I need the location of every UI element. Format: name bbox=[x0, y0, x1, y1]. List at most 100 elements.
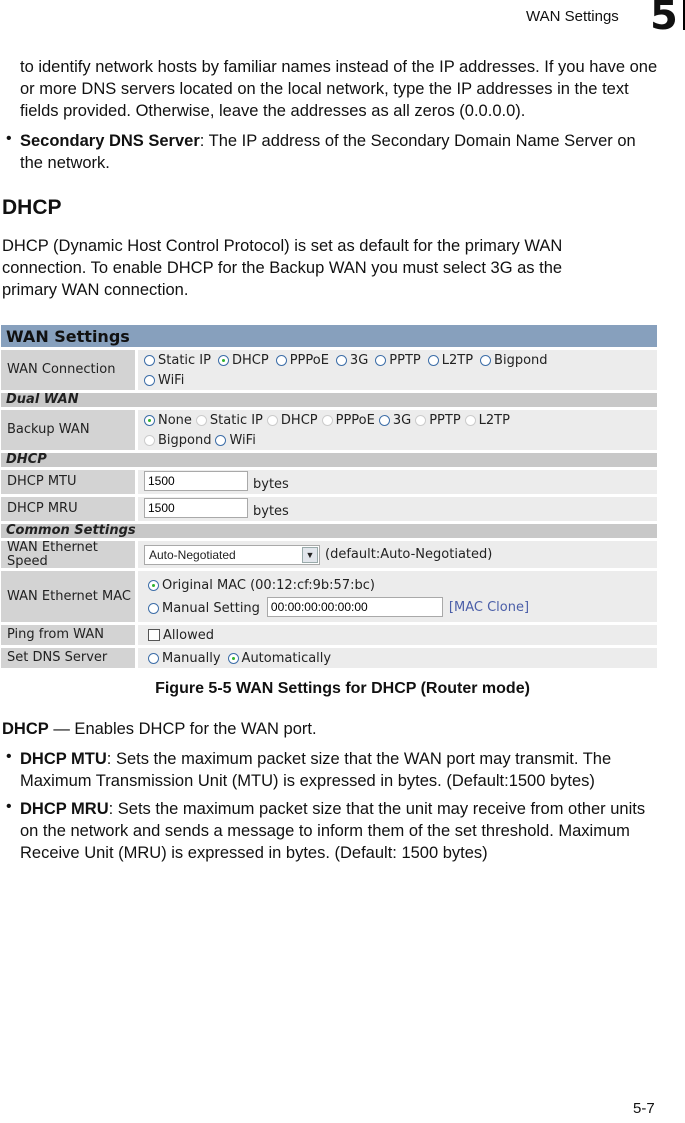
option-label: WiFi bbox=[229, 432, 256, 448]
radio-icon bbox=[275, 354, 287, 366]
checkbox-label: Allowed bbox=[163, 627, 214, 643]
bullet-dot: • bbox=[6, 748, 12, 765]
dhcp-mru-value: bytes bbox=[138, 497, 657, 521]
ping-allowed-checkbox[interactable]: Allowed bbox=[148, 625, 214, 645]
mac-clone-link[interactable]: [MAC Clone] bbox=[449, 600, 529, 618]
option-label: Automatically bbox=[241, 650, 332, 666]
radio-icon bbox=[144, 354, 155, 366]
row-eth-mac: WAN Ethernet MAC Original MAC (00:12:cf:… bbox=[1, 568, 657, 622]
row-eth-speed: WAN Ethernet Speed Auto-Negotiated ▼ (de… bbox=[1, 538, 657, 568]
eth-mac-value: Original MAC (00:12:cf:9b:57:bc) Manual … bbox=[138, 571, 657, 622]
radio-icon bbox=[335, 354, 347, 366]
label-dns: Set DNS Server bbox=[1, 648, 138, 668]
radio-icon bbox=[375, 354, 387, 366]
section-dual-wan: Dual WAN bbox=[1, 390, 657, 407]
backup-wan-options: None Static IP DHCP PPPoE 3G PPTP L2TP B… bbox=[138, 410, 657, 450]
select-value: Auto-Negotiated bbox=[149, 547, 236, 562]
radio-bigpond-disabled: Bigpond bbox=[144, 430, 211, 450]
radio-icon bbox=[378, 414, 390, 426]
dhcp-mru-bullet: DHCP MRU: Sets the maximum packet size t… bbox=[20, 798, 660, 864]
radio-disabled-icon bbox=[144, 434, 155, 446]
radio-pppoe[interactable]: PPPoE bbox=[275, 350, 329, 370]
row-wan-connection: WAN Connection Static IP DHCP PPPoE 3G P… bbox=[1, 347, 657, 390]
option-label: DHCP bbox=[280, 412, 318, 428]
dns-value: Manually Automatically bbox=[138, 648, 657, 668]
radio-icon bbox=[480, 354, 492, 366]
option-label: WiFi bbox=[158, 372, 185, 388]
radio-icon bbox=[144, 374, 155, 386]
dhcp-mru-input[interactable] bbox=[144, 498, 248, 518]
manual-mac-input[interactable] bbox=[266, 597, 443, 617]
radio-3g[interactable]: 3G bbox=[378, 410, 411, 430]
option-label: Static IP bbox=[158, 352, 211, 368]
option-label: Static IP bbox=[209, 412, 263, 428]
option-label: L2TP bbox=[441, 352, 474, 368]
bullet-term: DHCP MTU bbox=[20, 750, 107, 768]
option-label: Original MAC (00:12:cf:9b:57:bc) bbox=[162, 577, 375, 593]
eth-speed-select[interactable]: Auto-Negotiated ▼ bbox=[144, 544, 320, 565]
figure-caption: Figure 5-5 WAN Settings for DHCP (Router… bbox=[155, 680, 530, 697]
radio-selected-icon bbox=[148, 579, 159, 591]
radio-icon bbox=[427, 354, 439, 366]
radio-wifi[interactable]: WiFi bbox=[144, 370, 184, 390]
chevron-down-icon[interactable]: ▼ bbox=[302, 546, 318, 563]
dhcp-mtu-bullet: DHCP MTU: Sets the maximum packet size t… bbox=[20, 748, 660, 792]
panel-title: WAN Settings bbox=[1, 325, 657, 347]
dhcp-lead: DHCP — Enables DHCP for the WAN port. bbox=[2, 718, 642, 740]
label-eth-mac: WAN Ethernet MAC bbox=[1, 571, 138, 622]
radio-icon bbox=[148, 602, 159, 614]
radio-disabled-icon bbox=[415, 414, 427, 426]
chapter-number: 5 bbox=[650, 0, 678, 39]
option-label: Manually bbox=[162, 650, 221, 666]
option-label: None bbox=[158, 412, 192, 428]
radio-disabled-icon bbox=[195, 414, 207, 426]
label-dhcp-mru: DHCP MRU bbox=[1, 497, 138, 521]
label-wan-connection: WAN Connection bbox=[1, 350, 138, 390]
bullet-term: Secondary DNS Server bbox=[20, 132, 200, 150]
radio-bigpond[interactable]: Bigpond bbox=[480, 350, 548, 370]
radio-static-ip[interactable]: Static IP bbox=[144, 350, 211, 370]
dhcp-mtu-input[interactable] bbox=[144, 471, 248, 491]
radio-dhcp[interactable]: DHCP bbox=[217, 350, 269, 370]
label-ping: Ping from WAN bbox=[1, 625, 138, 645]
radio-pptp-disabled: PPTP bbox=[415, 410, 461, 430]
radio-disabled-icon bbox=[464, 414, 476, 426]
radio-dns-manually[interactable]: Manually bbox=[148, 648, 221, 668]
mru-unit: bytes bbox=[253, 504, 289, 519]
mtu-unit: bytes bbox=[253, 477, 289, 492]
label-eth-speed: WAN Ethernet Speed bbox=[1, 540, 138, 568]
wan-connection-options: Static IP DHCP PPPoE 3G PPTP L2TP Bigpon… bbox=[138, 350, 657, 390]
radio-dns-automatically[interactable]: Automatically bbox=[227, 648, 332, 668]
secondary-dns-bullet: Secondary DNS Server: The IP address of … bbox=[20, 130, 660, 174]
bullet-text: : Sets the maximum packet size that the … bbox=[20, 800, 646, 862]
section-dhcp: DHCP bbox=[1, 450, 657, 467]
dhcp-mtu-value: bytes bbox=[138, 470, 657, 494]
wan-settings-figure: WAN Settings WAN Connection Static IP DH… bbox=[1, 325, 657, 668]
option-label: Bigpond bbox=[158, 432, 212, 448]
radio-3g[interactable]: 3G bbox=[335, 350, 368, 370]
radio-wifi[interactable]: WiFi bbox=[215, 430, 256, 450]
radio-l2tp-disabled: L2TP bbox=[464, 410, 510, 430]
radio-icon bbox=[148, 652, 159, 664]
option-label: PPTP bbox=[389, 352, 421, 368]
radio-dhcp-disabled: DHCP bbox=[266, 410, 318, 430]
option-label: PPPoE bbox=[289, 352, 329, 368]
radio-original-mac[interactable]: Original MAC (00:12:cf:9b:57:bc) bbox=[148, 575, 375, 595]
row-dns: Set DNS Server Manually Automatically bbox=[1, 645, 657, 668]
bullet-term: DHCP MRU bbox=[20, 800, 109, 818]
option-label: DHCP bbox=[231, 352, 269, 368]
radio-manual-mac[interactable]: Manual Setting bbox=[148, 598, 260, 618]
radio-icon bbox=[215, 434, 227, 446]
radio-none[interactable]: None bbox=[144, 410, 192, 430]
option-label: L2TP bbox=[478, 412, 510, 428]
radio-l2tp[interactable]: L2TP bbox=[427, 350, 474, 370]
lead-text: — Enables DHCP for the WAN port. bbox=[48, 720, 317, 738]
eth-speed-value: Auto-Negotiated ▼ (default:Auto-Negotiat… bbox=[138, 541, 657, 568]
radio-pptp[interactable]: PPTP bbox=[375, 350, 421, 370]
row-backup-wan: Backup WAN None Static IP DHCP PPPoE 3G … bbox=[1, 407, 657, 450]
radio-selected-icon bbox=[217, 354, 229, 366]
radio-pppoe-disabled: PPPoE bbox=[321, 410, 375, 430]
page-number: 5-7 bbox=[633, 1100, 655, 1117]
label-backup-wan: Backup WAN bbox=[1, 410, 138, 450]
bullet-text: : Sets the maximum packet size that the … bbox=[20, 750, 612, 790]
